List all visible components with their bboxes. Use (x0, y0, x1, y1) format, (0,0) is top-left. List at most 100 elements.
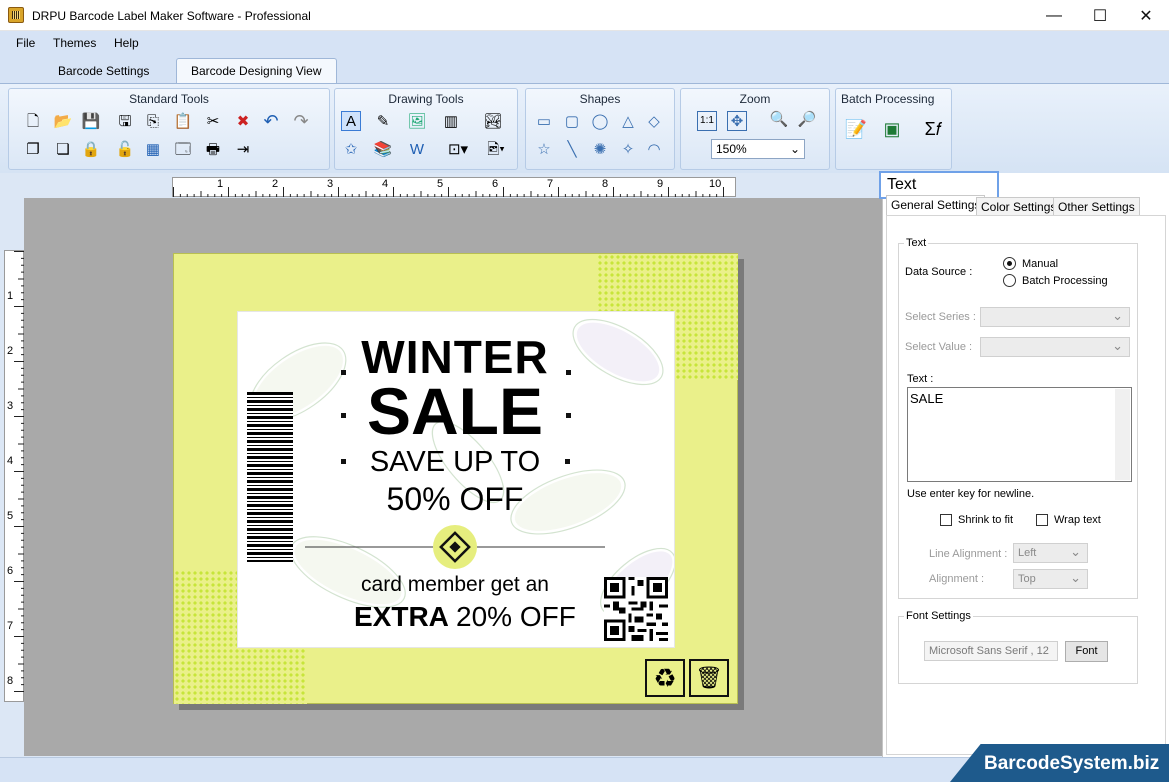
select-value-label: Select Value : (905, 341, 973, 353)
watermark-icon[interactable]: W (407, 139, 427, 159)
standard-tools-group: Standard Tools 🗋 📂 💾 🖫 ⎘ 📋 ✂ ✖ ↶ ↷ ❐ ❏ 🔒… (8, 88, 330, 170)
excel-import-icon[interactable]: ▣ (882, 119, 902, 139)
font-display-field: Microsoft Sans Serif , 12 (924, 641, 1058, 661)
diamond-icon[interactable]: ◇ (644, 111, 664, 131)
menu-file[interactable]: File (16, 36, 35, 50)
select-series-dropdown[interactable] (980, 307, 1130, 327)
label-text-sale[interactable]: SALE (340, 376, 570, 446)
cut-icon[interactable]: ✂ (203, 111, 223, 131)
ruler-tick-label: 6 (492, 178, 499, 190)
unlock-icon[interactable]: 🔓 (115, 139, 135, 159)
rectangle-icon[interactable]: ▭ (534, 111, 554, 131)
lock-icon[interactable]: 🔒 (81, 139, 101, 159)
font-button[interactable]: Font (1065, 641, 1108, 662)
paste-icon[interactable]: 📋 (173, 111, 193, 131)
image-dropdown-icon[interactable]: 🖻▾ (479, 139, 513, 159)
recycle-icon[interactable]: ♻ (645, 659, 685, 697)
maximize-button[interactable]: ☐ (1077, 0, 1123, 31)
label-text-save-up-to[interactable]: SAVE UP TO (340, 446, 570, 479)
redo-icon[interactable]: ↷ (291, 111, 311, 131)
edit-batch-icon[interactable]: 📝 (845, 119, 867, 139)
label-text-20-off[interactable]: 20% OFF (456, 601, 576, 633)
ruler-tick-label: 3 (327, 178, 334, 190)
save-icon[interactable]: 💾 (81, 111, 101, 131)
ruler-tick-label: 1 (217, 178, 224, 190)
zoom-out-icon[interactable]: 🔎 (797, 109, 817, 129)
menu-help[interactable]: Help (114, 36, 139, 50)
save-as-icon[interactable]: 🖫 (115, 111, 135, 131)
textarea-scrollbar[interactable] (1115, 389, 1130, 480)
wrap-text-label[interactable]: Wrap text (1054, 514, 1101, 526)
select-series-label: Select Series : (905, 311, 976, 323)
new-icon[interactable]: 🗋 (23, 111, 43, 131)
copy-icon[interactable]: ⎘ (143, 111, 163, 131)
text-input[interactable]: SALE (907, 387, 1132, 482)
manual-radio[interactable] (1003, 257, 1016, 270)
ruler-tick-label: 6 (7, 565, 14, 577)
burst-icon[interactable]: ✺ (590, 139, 610, 159)
trash-bin-icon[interactable]: 🗑 (689, 659, 729, 697)
triangle-icon[interactable]: △ (618, 111, 638, 131)
ruler-tick-label: 8 (7, 675, 14, 687)
send-backward-icon[interactable]: ❏ (53, 139, 73, 159)
label-text-extra[interactable]: EXTRA (354, 601, 449, 633)
grid-icon[interactable]: ▦ (143, 139, 163, 159)
signature-dropdown-icon[interactable]: ⊡▾ (441, 139, 475, 159)
shrink-to-fit-checkbox[interactable] (940, 514, 952, 526)
line-icon[interactable]: ╲ (562, 139, 582, 159)
star-tool-icon[interactable]: ✩ (341, 139, 361, 159)
manual-radio-label[interactable]: Manual (1022, 258, 1058, 270)
divider-ornament (305, 525, 605, 569)
tab-general-settings[interactable]: General Settings (886, 195, 986, 216)
tab-color-settings[interactable]: Color Settings (976, 197, 1062, 216)
ruler-tick-label: 4 (7, 455, 14, 467)
qr-code[interactable] (604, 577, 668, 641)
line-alignment-dropdown[interactable]: Left (1013, 543, 1088, 563)
bring-forward-icon[interactable]: ❐ (23, 139, 43, 159)
label-text-card-member[interactable]: card member get an (340, 573, 570, 597)
actual-size-icon[interactable]: 1:1 (697, 111, 717, 131)
batch-processing-group: Batch Processing 📝 ▣ Σ𝑓 (835, 88, 952, 170)
batch-processing-radio-label[interactable]: Batch Processing (1022, 275, 1108, 287)
delete-icon[interactable]: ✖ (233, 111, 253, 131)
open-icon[interactable]: 📂 (53, 111, 73, 131)
linear-barcode[interactable] (247, 392, 293, 562)
menu-themes[interactable]: Themes (53, 36, 96, 50)
four-point-star-icon[interactable]: ✧ (618, 139, 638, 159)
drawing-tools-group: Drawing Tools A ✎ 🖼 ▥ 🏞 ✩ 📚 W ⊡▾ 🖻▾ (334, 88, 518, 170)
tab-barcode-designing-view[interactable]: Barcode Designing View (176, 58, 337, 83)
pencil-icon[interactable]: ✎ (373, 111, 393, 131)
shrink-to-fit-label[interactable]: Shrink to fit (958, 514, 1013, 526)
ruler-tick-label: 9 (657, 178, 664, 190)
minimize-button[interactable]: — (1031, 0, 1077, 31)
text-tool-icon[interactable]: A (341, 111, 361, 131)
zoom-select[interactable]: 150% ⌄ (711, 139, 805, 159)
chevron-down-icon: ⌄ (789, 142, 800, 156)
picture-icon[interactable]: 🖼 (407, 111, 427, 131)
print-icon[interactable]: 🖶 (203, 139, 223, 159)
decor-dot (341, 370, 346, 375)
star-icon[interactable]: ☆ (534, 139, 554, 159)
alignment-dropdown[interactable]: Top (1013, 569, 1088, 589)
close-button[interactable]: ✕ (1123, 0, 1169, 31)
ellipse-icon[interactable]: ◯ (590, 111, 610, 131)
barcode-tool-icon[interactable]: ▥ (441, 111, 461, 131)
fit-to-window-icon[interactable]: ✥ (727, 111, 747, 131)
batch-processing-radio[interactable] (1003, 274, 1016, 287)
export-icon[interactable]: ⇥ (233, 139, 253, 159)
undo-icon[interactable]: ↶ (261, 111, 281, 131)
wrap-text-checkbox[interactable] (1036, 514, 1048, 526)
print-preview-icon[interactable]: 🗔 (173, 139, 193, 159)
image-library-icon[interactable]: 🏞 (483, 111, 503, 131)
decor-dot (341, 459, 346, 464)
zoom-in-icon[interactable]: 🔍 (769, 109, 789, 129)
zoom-group: Zoom 1:1 ✥ 🔍 🔎 150% ⌄ (680, 88, 830, 170)
label-text-50-off[interactable]: 50% OFF (340, 481, 570, 518)
rounded-rectangle-icon[interactable]: ▢ (562, 111, 582, 131)
arc-icon[interactable]: ◠ (644, 139, 664, 159)
tab-barcode-settings[interactable]: Barcode Settings (44, 58, 163, 83)
formula-icon[interactable]: Σ𝑓 (918, 119, 948, 139)
select-value-dropdown[interactable] (980, 337, 1130, 357)
library-icon[interactable]: 📚 (373, 139, 393, 159)
tab-other-settings[interactable]: Other Settings (1053, 197, 1140, 216)
